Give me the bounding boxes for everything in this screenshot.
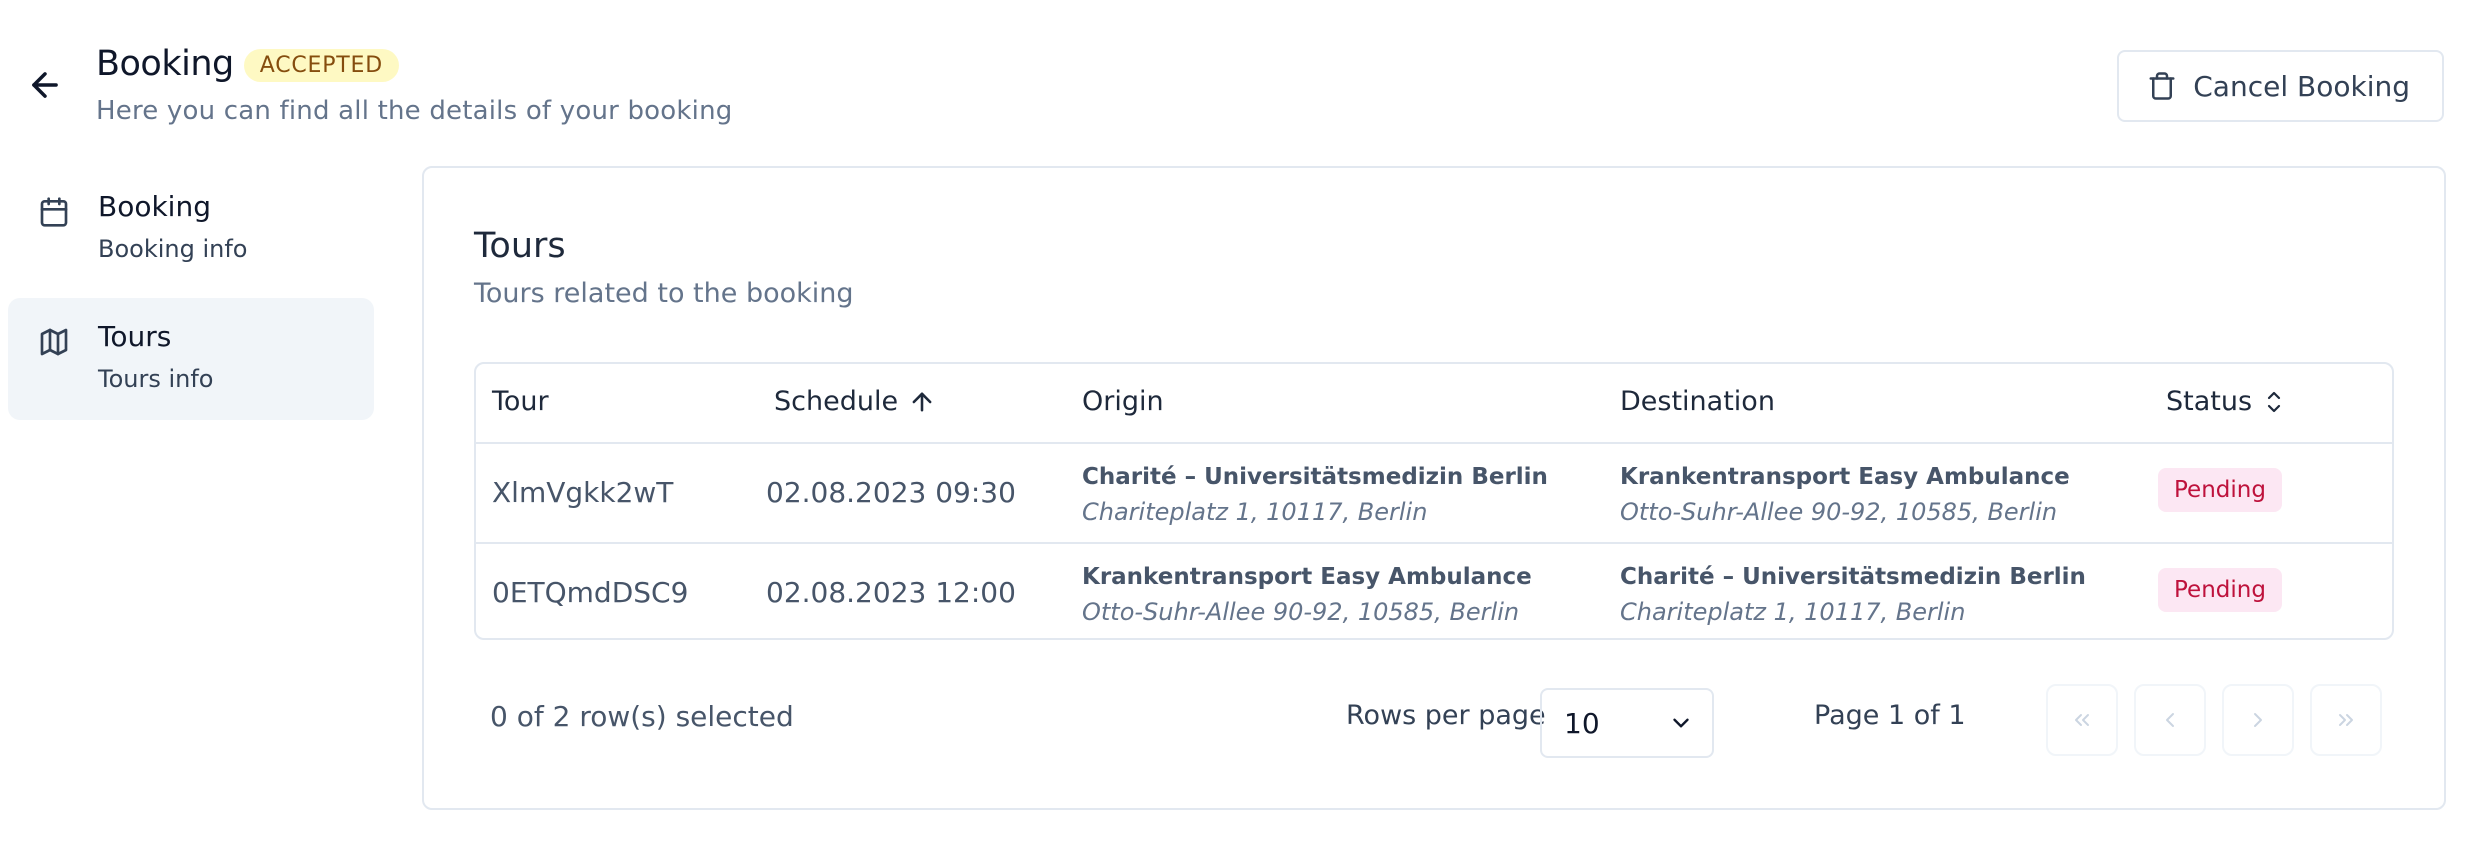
sidebar-item-sublabel: Booking info	[98, 235, 248, 263]
chevron-down-icon	[1673, 718, 1689, 728]
column-header-origin: Origin	[1082, 386, 1164, 417]
column-header-schedule[interactable]: Schedule	[774, 386, 936, 417]
status-badge: ACCEPTED	[243, 48, 399, 82]
cell-destination: Krankentransport Easy Ambulance Otto-Suh…	[1620, 464, 2070, 526]
destination-name: Krankentransport Easy Ambulance	[1620, 464, 2070, 490]
cell-destination: Charité – Universitätsmedizin Berlin Cha…	[1620, 564, 2086, 626]
card-subtitle: Tours related to the booking	[474, 278, 854, 309]
chevron-right-icon	[2254, 713, 2262, 727]
column-label: Status	[2166, 386, 2253, 417]
origin-name: Charité – Universitätsmedizin Berlin	[1082, 464, 1548, 490]
sidebar-item-label: Booking	[98, 190, 211, 223]
sidebar-item-sublabel: Tours info	[98, 365, 214, 393]
next-page-button[interactable]	[2222, 684, 2294, 756]
status-badge: Pending	[2158, 468, 2282, 512]
column-header-status[interactable]: Status	[2166, 386, 2286, 417]
cell-tour: XlmVgkk2wT	[492, 476, 674, 509]
rows-per-page-value: 10	[1564, 706, 1600, 740]
rows-per-page-label: Rows per page	[1346, 700, 1546, 731]
sidebar-item-label: Tours	[98, 320, 172, 353]
cancel-booking-button[interactable]: Cancel Booking	[2117, 50, 2444, 122]
column-label: Schedule	[774, 386, 899, 417]
calendar-icon	[34, 192, 74, 232]
chevron-up-down-icon	[2267, 391, 2281, 412]
sidebar: Booking Booking info Tours Tours info	[8, 168, 374, 428]
arrow-left-icon	[32, 72, 58, 98]
destination-address: Chariteplatz 1, 10117, Berlin	[1620, 598, 1966, 626]
cell-schedule: 02.08.2023 12:00	[766, 576, 1016, 609]
page-indicator: Page 1 of 1	[1814, 700, 1966, 731]
cancel-booking-label: Cancel Booking	[2193, 69, 2410, 103]
first-page-button[interactable]	[2046, 684, 2118, 756]
chevrons-left-icon	[2075, 714, 2089, 726]
status-badge: Pending	[2158, 568, 2282, 612]
column-label: Tour	[492, 386, 549, 417]
destination-name: Charité – Universitätsmedizin Berlin	[1620, 564, 2086, 590]
trash-icon	[2149, 72, 2175, 100]
destination-address: Otto-Suhr-Allee 90-92, 10585, Berlin	[1620, 498, 2058, 526]
tours-table: Tour Schedule Origin Destination Status …	[474, 362, 2394, 640]
cell-origin: Charité – Universitätsmedizin Berlin Cha…	[1082, 464, 1548, 526]
column-header-tour[interactable]: Tour	[492, 386, 549, 417]
column-header-destination: Destination	[1620, 386, 1775, 417]
last-page-button[interactable]	[2310, 684, 2382, 756]
previous-page-button[interactable]	[2134, 684, 2206, 756]
rows-per-page-select[interactable]: 10	[1540, 688, 1714, 758]
chevrons-right-icon	[2339, 714, 2353, 726]
table-row[interactable]: XlmVgkk2wT 02.08.2023 09:30 Charité – Un…	[476, 444, 2392, 542]
origin-address: Otto-Suhr-Allee 90-92, 10585, Berlin	[1082, 598, 1520, 626]
table-header: Tour Schedule Origin Destination Status	[476, 364, 2392, 444]
page-subtitle: Here you can find all the details of you…	[96, 96, 733, 126]
origin-name: Krankentransport Easy Ambulance	[1082, 564, 1532, 590]
card-title: Tours	[474, 226, 566, 266]
cell-tour: 0ETQmdDSC9	[492, 576, 689, 609]
page-header: Booking ACCEPTED Here you can find all t…	[96, 44, 732, 126]
cell-schedule: 02.08.2023 09:30	[766, 476, 1016, 509]
sidebar-item-booking[interactable]: Booking Booking info	[8, 168, 374, 290]
chevron-left-icon	[2166, 713, 2174, 727]
table-row[interactable]: 0ETQmdDSC9 02.08.2023 12:00 Krankentrans…	[476, 542, 2392, 638]
cell-origin: Krankentransport Easy Ambulance Otto-Suh…	[1082, 564, 1532, 626]
page-title: Booking	[96, 44, 234, 84]
selection-count: 0 of 2 row(s) selected	[490, 700, 794, 733]
tours-card: Tours Tours related to the booking Tour …	[422, 166, 2446, 810]
map-icon	[34, 322, 74, 362]
origin-address: Chariteplatz 1, 10117, Berlin	[1082, 498, 1428, 526]
back-button[interactable]	[22, 62, 68, 108]
column-label: Destination	[1620, 386, 1775, 417]
column-label: Origin	[1082, 386, 1164, 417]
arrow-up-icon	[912, 392, 932, 411]
sidebar-item-tours[interactable]: Tours Tours info	[8, 298, 374, 420]
